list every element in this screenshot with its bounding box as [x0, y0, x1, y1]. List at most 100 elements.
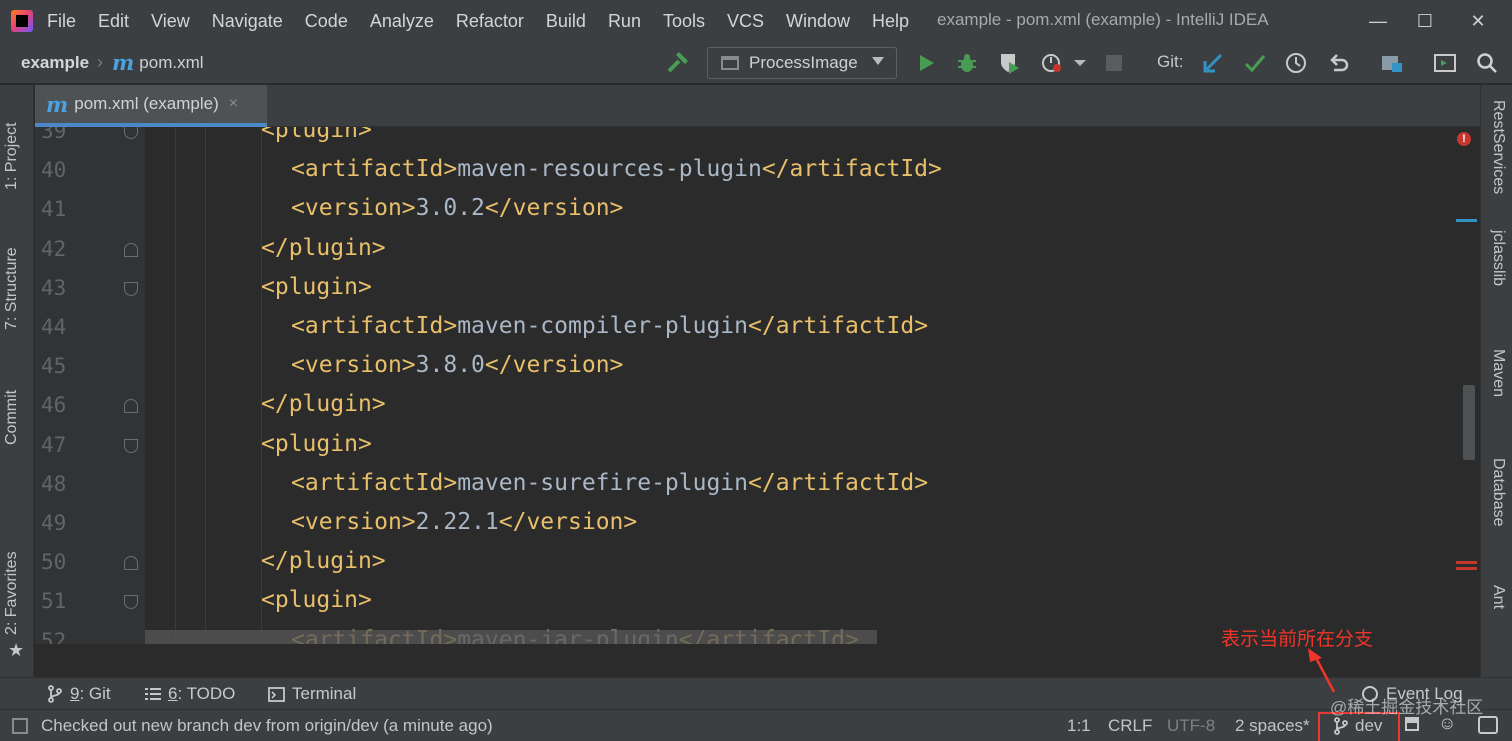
xml-tag: plugin [274, 273, 358, 300]
xml-bracket: < [291, 352, 305, 379]
menu-edit[interactable]: Edit [98, 11, 129, 32]
tab-ant[interactable]: Ant [1489, 585, 1507, 609]
xml-tag: artifactId [789, 156, 929, 183]
tab-restservices[interactable]: RestServices [1489, 100, 1507, 194]
tab-label: pom.xml (example) [74, 94, 219, 113]
project-structure-icon[interactable] [1378, 49, 1406, 77]
xml-text: 3.0.2 [415, 195, 485, 222]
file-encoding[interactable]: UTF-8 [1167, 716, 1215, 736]
menu-run[interactable]: Run [608, 11, 641, 32]
maximize-button[interactable]: ☐ [1403, 0, 1447, 42]
code-line[interactable]: <artifactId>maven-resources-plugin</arti… [291, 156, 942, 182]
tab-maven[interactable]: Maven [1489, 349, 1507, 397]
tab-pom-xml[interactable]: m pom.xml (example) × [35, 85, 267, 127]
stop-icon[interactable] [1100, 49, 1128, 77]
rollback-icon[interactable] [1325, 49, 1353, 77]
xml-bracket: > [401, 195, 416, 222]
menu-window[interactable]: Window [786, 11, 850, 32]
close-tab-icon[interactable]: × [229, 95, 238, 113]
tab-favorites[interactable]: 2: Favorites [3, 551, 21, 635]
tab-project[interactable]: 1: Project [3, 122, 21, 190]
indent-setting[interactable]: 2 spaces* [1235, 716, 1310, 736]
vertical-scrollbar-thumb[interactable] [1463, 385, 1475, 460]
xml-bracket: < [261, 587, 275, 614]
memory-indicator-icon[interactable] [1478, 716, 1498, 734]
tab-ant-label: Ant [1490, 585, 1507, 610]
fold-collapse-icon[interactable] [124, 399, 138, 414]
code-line[interactable]: </plugin> [261, 235, 386, 261]
code-line[interactable]: <artifactId>maven-compiler-plugin</artif… [291, 313, 928, 339]
menu-analyze[interactable]: Analyze [370, 11, 434, 32]
tab-jclasslib[interactable]: jclasslib [1489, 230, 1507, 286]
tool-todo[interactable]: 6: TODO [145, 684, 235, 704]
code-line[interactable]: <artifactId>maven-surefire-plugin</artif… [291, 470, 928, 496]
code-line[interactable]: <version>3.8.0</version> [291, 352, 623, 378]
git-commit-check-icon[interactable] [1241, 49, 1269, 77]
indent-guide [205, 127, 206, 644]
fold-expand-icon[interactable] [124, 281, 138, 296]
toggle-tool-windows-icon[interactable] [12, 718, 28, 734]
code-line[interactable]: <plugin> [261, 431, 372, 457]
history-clock-icon[interactable] [1282, 49, 1310, 77]
xml-tag: artifactId [304, 156, 444, 183]
menu-view[interactable]: View [151, 11, 190, 32]
xml-tag: plugin [288, 548, 372, 575]
fold-expand-icon[interactable] [124, 127, 138, 139]
tab-database[interactable]: Database [1489, 458, 1507, 527]
code-line[interactable]: <plugin> [261, 127, 372, 143]
caret-position[interactable]: 1:1 [1067, 716, 1091, 736]
profile-run-icon[interactable] [1038, 49, 1066, 77]
menu-code[interactable]: Code [305, 11, 348, 32]
debug-bug-icon[interactable] [953, 49, 981, 77]
xml-bracket: < [261, 430, 275, 457]
breadcrumb-file[interactable]: pom.xml [139, 53, 203, 73]
error-indicator-icon[interactable]: ! [1457, 132, 1471, 146]
xml-text: maven-resources-plugin [457, 156, 762, 183]
fold-collapse-icon[interactable] [124, 556, 138, 571]
chevron-down-icon[interactable] [1066, 49, 1094, 77]
build-hammer-icon[interactable] [664, 49, 692, 77]
menu-help[interactable]: Help [872, 11, 909, 32]
tab-structure-label: 7: Structure [3, 247, 20, 330]
tab-structure[interactable]: 7: Structure [3, 247, 21, 330]
lock-icon[interactable] [1405, 717, 1419, 731]
search-icon[interactable] [1473, 49, 1501, 77]
menu-navigate[interactable]: Navigate [212, 11, 283, 32]
chevron-down-icon [872, 57, 884, 65]
menu-refactor[interactable]: Refactor [456, 11, 524, 32]
xml-bracket: > [609, 352, 624, 379]
coverage-icon[interactable] [995, 49, 1023, 77]
presentation-mode-icon[interactable] [1431, 49, 1459, 77]
breadcrumb-project[interactable]: example [21, 53, 89, 73]
close-window-button[interactable]: ✕ [1456, 0, 1500, 42]
code-editor[interactable]: 39 40 41 42 43 44 45 46 47 48 49 50 51 52 <plugin> <ar… [35, 127, 1480, 644]
fold-expand-icon[interactable] [124, 595, 138, 610]
xml-bracket: > [371, 548, 386, 575]
tab-commit[interactable]: Commit [3, 390, 21, 445]
code-line[interactable]: </plugin> [261, 391, 386, 417]
code-line[interactable]: <version>2.22.1</version> [291, 509, 637, 535]
tool-terminal[interactable]: Terminal [268, 684, 356, 704]
run-icon[interactable] [912, 49, 940, 77]
line-number: 42 [41, 236, 67, 261]
git-update-arrow-icon[interactable] [1199, 49, 1227, 77]
code-line[interactable]: <plugin> [261, 587, 372, 613]
tool-git[interactable]: 9: Git [47, 684, 111, 704]
menu-tools[interactable]: Tools [663, 11, 705, 32]
xml-bracket: > [357, 587, 372, 614]
run-configuration-select[interactable]: ProcessImage [707, 47, 897, 79]
status-message[interactable]: Checked out new branch dev from origin/d… [41, 716, 493, 736]
code-line[interactable]: <version>3.0.2</version> [291, 195, 623, 221]
line-separator[interactable]: CRLF [1108, 716, 1152, 736]
code-line[interactable]: </plugin> [261, 548, 386, 574]
menu-build[interactable]: Build [546, 11, 586, 32]
menu-file[interactable]: File [47, 11, 76, 32]
minimize-button[interactable]: — [1356, 0, 1400, 42]
code-line[interactable]: <plugin> [261, 274, 372, 300]
menu-vcs[interactable]: VCS [727, 11, 764, 32]
fold-expand-icon[interactable] [124, 438, 138, 453]
xml-bracket: < [291, 509, 305, 535]
xml-bracket: > [609, 195, 624, 222]
fold-collapse-icon[interactable] [124, 242, 138, 257]
xml-bracket: </ [484, 352, 513, 379]
